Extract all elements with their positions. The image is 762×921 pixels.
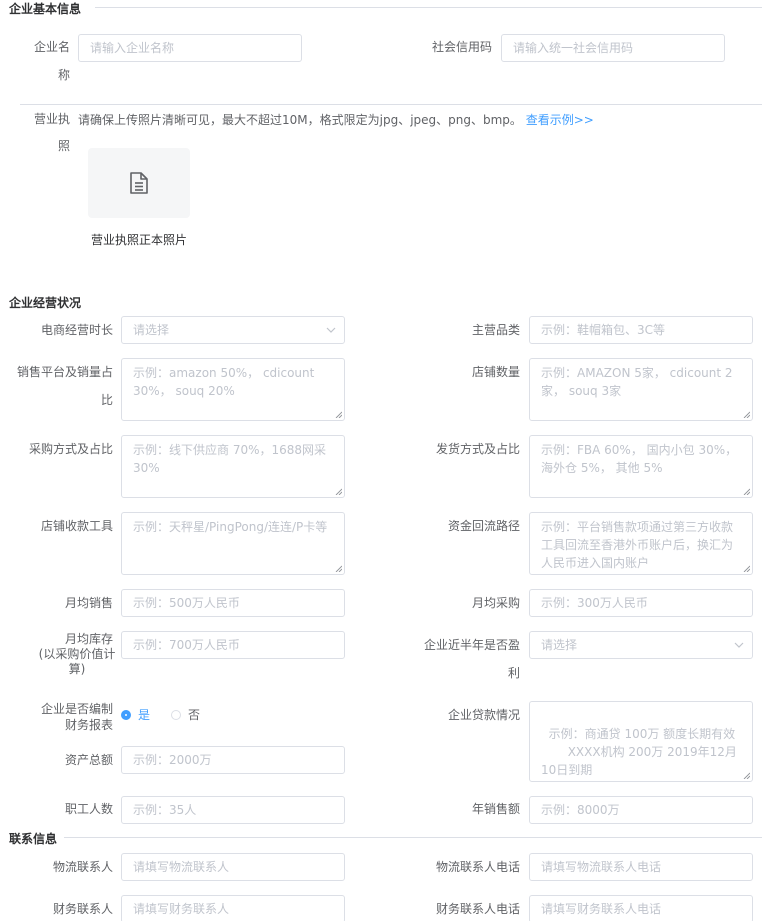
- monthly-sales-input[interactable]: 示例：500万人民币: [121, 589, 345, 617]
- payment-tool-placeholder: 示例：天秤星/PingPong/连连/P卡等: [133, 520, 328, 534]
- monthly-purchase-input[interactable]: 示例：300万人民币: [529, 589, 753, 617]
- credit-code-input[interactable]: 请输入统一社会信用码: [501, 34, 725, 62]
- profit-label: 企业近半年是否盈: [423, 638, 520, 652]
- fund-path-label: 资金回流路径: [447, 519, 520, 533]
- monthly-inventory-label-line1: 月均库存: [64, 632, 113, 646]
- resize-handle-icon[interactable]: [743, 488, 750, 495]
- logistics-contact-label: 物流联系人: [52, 860, 113, 874]
- document-icon: [130, 172, 148, 194]
- main-category-input[interactable]: 示例：鞋帽箱包、3C等: [529, 316, 753, 344]
- total-assets-input[interactable]: 示例：2000万: [121, 746, 345, 774]
- license-upload-caption: 营业执照正本照片: [90, 233, 187, 247]
- shipping-method-placeholder: 示例：FBA 60%， 国内小包 30%， 海外仓 5%， 其他 5%: [541, 443, 738, 475]
- purchase-method-textarea[interactable]: 示例：线下供应商 70%，1688网采 30%: [121, 435, 345, 498]
- monthly-inventory-label-line3: 算): [68, 662, 86, 676]
- monthly-sales-label: 月均销售: [64, 596, 113, 610]
- platform-share-label: 销售平台及销量占: [16, 365, 113, 379]
- company-name-label-cont: 称: [57, 68, 70, 82]
- loan-label: 企业贷款情况: [447, 708, 520, 722]
- finance-phone-label: 财务联系人电话: [435, 902, 520, 916]
- resize-handle-icon[interactable]: [335, 565, 342, 572]
- annual-sales-input[interactable]: 示例：8000万: [529, 796, 753, 824]
- section-title-basic: 企业基本信息: [9, 2, 82, 16]
- license-hint-row: 请确保上传照片清晰可见，最大不超过10M，格式限定为jpg、jpeg、png、b…: [78, 112, 594, 128]
- chevron-down-icon: [326, 327, 336, 333]
- monthly-inventory-input[interactable]: 示例：700万人民币: [121, 631, 345, 659]
- platform-share-textarea[interactable]: 示例：amazon 50%， cdicount 30%， souq 20%: [121, 358, 345, 421]
- ecommerce-duration-value: 请选择: [133, 323, 170, 337]
- ecommerce-duration-select[interactable]: 请选择: [121, 316, 345, 344]
- monthly-inventory-label-sub: (以采购价值计 算): [34, 647, 120, 677]
- license-upload-box[interactable]: [88, 148, 190, 218]
- credit-code-label: 社会信用码: [431, 40, 492, 54]
- divider: [20, 104, 762, 105]
- profit-select[interactable]: 请选择: [529, 631, 753, 659]
- monthly-inventory-label: 月均库存: [0, 632, 113, 647]
- employees-input[interactable]: 示例：35人: [121, 796, 345, 824]
- section-divider: [64, 837, 762, 838]
- store-count-textarea[interactable]: 示例：AMAZON 5家， cdicount 2家， souq 3家: [529, 358, 753, 421]
- purchase-method-placeholder: 示例：线下供应商 70%，1688网采 30%: [133, 443, 327, 475]
- financial-report-no-radio[interactable]: [171, 710, 181, 720]
- employees-label: 职工人数: [64, 802, 113, 816]
- finance-phone-input[interactable]: 请填写财务联系人电话: [529, 895, 753, 921]
- section-title-contact: 联系信息: [9, 832, 58, 846]
- profit-label-cont: 利: [507, 666, 520, 680]
- license-label-cont: 照: [57, 139, 70, 153]
- financial-report-yes-radio[interactable]: [121, 710, 131, 720]
- ecommerce-duration-label: 电商经营时长: [40, 323, 113, 337]
- main-category-label: 主营品类: [471, 323, 520, 337]
- monthly-purchase-label: 月均采购: [471, 596, 520, 610]
- shipping-method-textarea[interactable]: 示例：FBA 60%， 国内小包 30%， 海外仓 5%， 其他 5%: [529, 435, 753, 498]
- resize-handle-icon[interactable]: [743, 565, 750, 572]
- license-label: 营业执: [33, 112, 70, 126]
- resize-handle-icon[interactable]: [743, 772, 750, 779]
- finance-contact-label: 财务联系人: [52, 902, 113, 916]
- logistics-phone-input[interactable]: 请填写物流联系人电话: [529, 853, 753, 881]
- annual-sales-label: 年销售额: [471, 802, 520, 816]
- payment-tool-label: 店铺收款工具: [40, 519, 113, 533]
- logistics-phone-label: 物流联系人电话: [435, 860, 520, 874]
- financial-report-label-line2: 财务报表: [64, 718, 113, 732]
- section-title-business: 企业经营状况: [9, 296, 82, 310]
- loan-placeholder: 示例：商通贷 100万 额度长期有效 XXXX机构 200万 2019年12月1…: [541, 727, 737, 777]
- resize-handle-icon[interactable]: [743, 411, 750, 418]
- logistics-contact-input[interactable]: 请填写物流联系人: [121, 853, 345, 881]
- shipping-method-label: 发货方式及占比: [435, 442, 520, 456]
- monthly-inventory-label-line2: (以采购价值计: [38, 647, 116, 661]
- chevron-down-icon: [734, 642, 744, 648]
- purchase-method-label: 采购方式及占比: [28, 442, 113, 456]
- profit-value: 请选择: [541, 638, 578, 652]
- financial-report-label-line1: 企业是否编制: [40, 702, 113, 716]
- financial-report-label: 企业是否编制 财务报表: [0, 701, 113, 733]
- payment-tool-textarea[interactable]: 示例：天秤星/PingPong/连连/P卡等: [121, 512, 345, 575]
- financial-report-yes-label[interactable]: 是: [138, 708, 150, 722]
- total-assets-label: 资产总额: [64, 753, 113, 767]
- license-example-link[interactable]: 查看示例>>: [526, 113, 594, 127]
- fund-path-placeholder: 示例：平台销售款项通过第三方收款工具回流至香港外币账户后，换汇为人民币进入国内账…: [541, 520, 734, 570]
- resize-handle-icon[interactable]: [335, 411, 342, 418]
- company-name-input[interactable]: 请输入企业名称: [78, 34, 302, 62]
- store-count-placeholder: 示例：AMAZON 5家， cdicount 2家， souq 3家: [541, 366, 733, 398]
- platform-share-label-cont: 比: [100, 393, 113, 407]
- company-name-label: 企业名: [33, 40, 70, 54]
- loan-textarea[interactable]: 示例：商通贷 100万 额度长期有效 XXXX机构 200万 2019年12月1…: [529, 701, 753, 782]
- finance-contact-input[interactable]: 请填写财务联系人: [121, 895, 345, 921]
- resize-handle-icon[interactable]: [335, 488, 342, 495]
- store-count-label: 店铺数量: [471, 365, 520, 379]
- fund-path-textarea[interactable]: 示例：平台销售款项通过第三方收款工具回流至香港外币账户后，换汇为人民币进入国内账…: [529, 512, 753, 575]
- section-divider: [95, 7, 762, 8]
- financial-report-no-label[interactable]: 否: [188, 708, 200, 722]
- license-hint: 请确保上传照片清晰可见，最大不超过10M，格式限定为jpg、jpeg、png、b…: [78, 113, 522, 127]
- platform-share-placeholder: 示例：amazon 50%， cdicount 30%， souq 20%: [133, 366, 315, 398]
